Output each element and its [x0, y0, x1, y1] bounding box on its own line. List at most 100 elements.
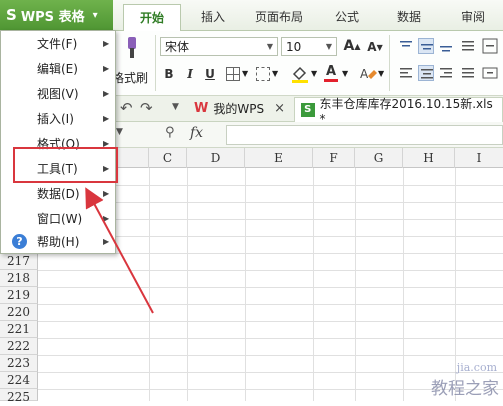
wps-menu-title: WPS 表格 [20, 9, 85, 25]
column-header-d[interactable]: D [187, 148, 245, 168]
borders-icon[interactable] [226, 67, 240, 81]
menu-item-help[interactable]: ? 帮助(H) ▶ [1, 229, 115, 254]
close-icon[interactable]: × [274, 101, 285, 116]
align-center-icon[interactable] [418, 65, 434, 81]
chevron-right-icon: ▶ [103, 214, 110, 223]
fill-color-icon[interactable] [290, 64, 310, 84]
align-middle-icon[interactable] [418, 38, 434, 54]
wrap-text-icon[interactable] [482, 38, 498, 54]
chevron-down-icon[interactable]: ▼ [272, 69, 278, 78]
watermark: jia.com 教程之家 [431, 361, 499, 399]
tab-formulas[interactable]: 公式 [324, 4, 370, 31]
column-header-g[interactable]: G [355, 148, 403, 168]
row-header[interactable]: 222 [0, 338, 38, 355]
menu-item-label: 数据(D) [37, 187, 80, 201]
wps-menu-button[interactable]: S WPS 表格 ▾ [0, 0, 113, 30]
grow-font-button[interactable]: A ▲ [343, 36, 361, 56]
chevron-down-icon[interactable]: ▼ [172, 102, 179, 112]
font-size-select[interactable]: 10 ▼ [281, 37, 337, 56]
bold-button[interactable]: B [160, 64, 178, 84]
zoom-icon[interactable]: ⚲ [165, 125, 175, 140]
menu-item-view[interactable]: 视图(V) ▶ [1, 81, 115, 106]
vertical-align-group [398, 38, 498, 56]
font-name-value: 宋体 [165, 40, 190, 54]
menu-item-label: 视图(V) [37, 87, 79, 101]
chevron-right-icon: ▶ [103, 89, 110, 98]
menu-item-window[interactable]: 窗口(W) ▶ [1, 206, 115, 231]
menu-item-insert[interactable]: 插入(I) ▶ [1, 106, 115, 131]
column-header-c[interactable]: C [149, 148, 187, 168]
chevron-down-icon[interactable]: ▼ [342, 69, 348, 78]
tab-insert[interactable]: 插入 [190, 4, 236, 31]
row-header[interactable]: 219 [0, 287, 38, 304]
align-left-icon[interactable] [398, 65, 414, 81]
undo-icon[interactable]: ↶ [120, 100, 136, 116]
help-icon: ? [12, 234, 27, 249]
chevron-down-icon: ▾ [92, 9, 98, 21]
font-size-value: 10 [286, 39, 302, 54]
grow-font-label: A [343, 38, 355, 54]
column-header-f[interactable]: F [313, 148, 355, 168]
chevron-right-icon: ▶ [103, 114, 110, 123]
menu-item-label: 插入(I) [37, 112, 74, 126]
shrink-font-button[interactable]: A ▼ [366, 37, 384, 57]
insert-function-button[interactable]: fx [190, 125, 203, 141]
annotation-highlight-box [13, 147, 118, 183]
tab-data[interactable]: 数据 [386, 4, 432, 31]
tab-home[interactable]: 开始 [123, 4, 181, 31]
merge-center-icon[interactable] [482, 65, 498, 81]
merge-cells-icon[interactable] [256, 67, 270, 81]
italic-button[interactable]: I [181, 64, 199, 84]
wps-logo-icon: S [6, 6, 17, 24]
column-header-i[interactable]: I [455, 148, 503, 168]
wps-logo-icon: W [194, 101, 209, 116]
redo-icon[interactable]: ↷ [140, 100, 156, 116]
column-header-h[interactable]: H [403, 148, 455, 168]
row-header[interactable]: 224 [0, 372, 38, 389]
tab-review[interactable]: 审阅 [450, 4, 496, 31]
row-header[interactable]: 218 [0, 270, 38, 287]
chevron-down-icon: ▼ [266, 42, 273, 51]
column-header-e[interactable]: E [245, 148, 313, 168]
row-header[interactable]: 223 [0, 355, 38, 372]
row-header[interactable]: 225 [0, 389, 38, 404]
clear-format-icon[interactable]: A [358, 64, 378, 84]
underline-button[interactable]: U [201, 64, 219, 84]
watermark-url: jia.com [456, 361, 497, 374]
format-painter-icon[interactable] [116, 35, 142, 61]
align-bottom-icon[interactable] [438, 38, 454, 54]
font-color-button[interactable]: A [322, 63, 340, 83]
row-header[interactable]: 221 [0, 321, 38, 338]
tab-page-layout[interactable]: 页面布局 [246, 4, 312, 31]
chevron-down-icon[interactable]: ▼ [311, 69, 317, 78]
formula-input[interactable] [226, 125, 503, 145]
align-top-icon[interactable] [398, 38, 414, 54]
justify-icon[interactable] [460, 65, 476, 81]
font-name-select[interactable]: 宋体 ▼ [160, 37, 278, 56]
doc-tab-mywps-label: 我的WPS [213, 102, 265, 116]
row-header[interactable]: 217 [0, 253, 38, 270]
align-right-icon[interactable] [438, 65, 454, 81]
menu-item-data[interactable]: 数据(D) ▶ [1, 181, 115, 206]
menu-item-edit[interactable]: 编辑(E) ▶ [1, 56, 115, 81]
chevron-right-icon: ▶ [103, 39, 110, 48]
app-dropdown-menu: 文件(F) ▶ 编辑(E) ▶ 视图(V) ▶ 插入(I) ▶ 格式(O) ▶ 工具(T)… [0, 30, 116, 254]
watermark-brand: 教程之家 [431, 379, 499, 399]
menu-item-label: 编辑(E) [37, 62, 78, 76]
spreadsheet-file-icon: S [301, 103, 315, 117]
menu-item-file[interactable]: 文件(F) ▶ [1, 31, 115, 56]
doc-tab-mywps[interactable]: W 我的WPS × [188, 96, 292, 121]
chevron-down-icon[interactable]: ▼ [116, 127, 123, 137]
svg-text:A: A [360, 67, 369, 81]
row-header[interactable]: 220 [0, 304, 38, 321]
format-painter-label[interactable]: 格式刷 [112, 69, 148, 85]
chevron-down-icon[interactable]: ▼ [242, 69, 248, 78]
doc-tab-file-label: 东丰仓库库存2016.10.15新.xls * [319, 96, 493, 126]
orientation-icon[interactable] [460, 38, 476, 54]
chevron-right-icon: ▶ [103, 237, 110, 246]
shrink-font-label: A [367, 40, 377, 54]
doc-tab-file[interactable]: S 东丰仓库库存2016.10.15新.xls * [294, 97, 503, 126]
chevron-right-icon: ▶ [103, 64, 110, 73]
chevron-down-icon[interactable]: ▼ [378, 69, 384, 78]
menu-item-label: 帮助(H) [37, 235, 80, 249]
